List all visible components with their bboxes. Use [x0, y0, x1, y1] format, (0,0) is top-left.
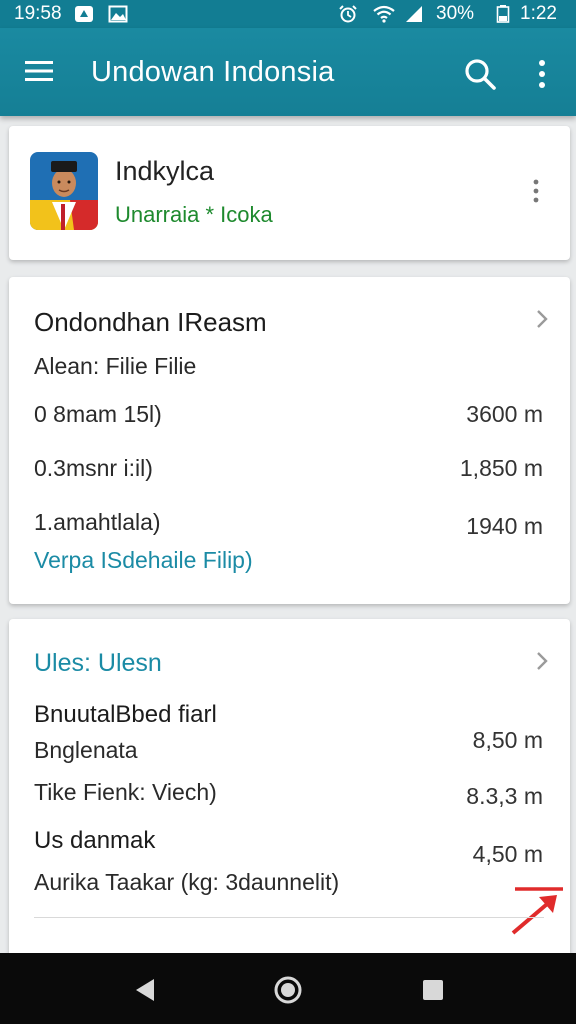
notification-icon: [75, 6, 93, 22]
battery-icon: [496, 5, 510, 23]
section-2-heading[interactable]: Ules: Ulesn: [34, 649, 162, 678]
profile-name: Indkylca: [115, 156, 215, 186]
row-label: 0.3msnr i:il): [34, 455, 153, 481]
menu-icon[interactable]: [22, 58, 56, 84]
profile-subtitle: Unarraia * Icoka: [115, 202, 273, 227]
row-label: 0 8mam 15l): [34, 401, 162, 427]
row-value: 8.3,3 m: [466, 783, 543, 809]
status-bar: 19:58 30% 1:22: [0, 0, 576, 28]
group-2-title: Us danmak: [34, 827, 156, 854]
group-1-title: BnuutalBbed fiarl: [34, 701, 217, 728]
row-value: 1940 m: [466, 513, 543, 539]
row-value: 4,50 m: [472, 841, 543, 867]
image-icon: [108, 5, 128, 23]
app-bar: Undowan Indonsia: [0, 28, 576, 116]
row-label: 1.amahtlala): [34, 509, 161, 535]
row-value: 3600 m: [466, 401, 543, 427]
section-1-link[interactable]: Verpa ISdehaile Filip): [34, 547, 253, 574]
arrow-up-right-icon[interactable]: [503, 885, 565, 939]
status-time: 19:58: [14, 3, 62, 24]
profile-card[interactable]: Indkylca Unarraia * Icoka: [9, 126, 570, 260]
alarm-icon: [339, 5, 357, 23]
section-card-2: Ules: Ulesn BnuutalBbed fiarl Bnglenata …: [9, 619, 570, 971]
section-1-subheading: Alean: Filie Filie: [34, 353, 197, 379]
row-value: 1,850 m: [459, 455, 543, 481]
row-value: 8,50 m: [472, 727, 543, 753]
row-label: Tike Fienk: Viech): [34, 779, 217, 805]
row-label: Bnglenata: [34, 737, 138, 763]
home-icon[interactable]: [271, 973, 305, 1007]
app-title: Undowan Indonsia: [91, 56, 335, 88]
search-icon[interactable]: [462, 56, 498, 92]
chevron-right-icon[interactable]: [535, 650, 549, 672]
wifi-icon: [373, 5, 395, 23]
chevron-right-icon[interactable]: [535, 308, 549, 330]
avatar: [30, 152, 98, 230]
battery-percent: 30%: [436, 3, 475, 24]
back-icon[interactable]: [128, 973, 162, 1007]
more-vert-icon[interactable]: [528, 56, 556, 92]
group-2-subtitle: Aurika Taakar (kg: 3daunnelit): [34, 869, 340, 895]
recents-icon[interactable]: [416, 973, 450, 1007]
section-card-1: Ondondhan IReasm Alean: Filie Filie 0 8m…: [9, 277, 570, 604]
section-1-heading[interactable]: Ondondhan IReasm: [34, 307, 267, 338]
system-nav-bar: [0, 953, 576, 1024]
divider: [34, 917, 544, 918]
status-clock: 1:22: [520, 3, 557, 24]
signal-icon: [406, 6, 422, 22]
more-vert-icon[interactable]: [530, 178, 542, 204]
